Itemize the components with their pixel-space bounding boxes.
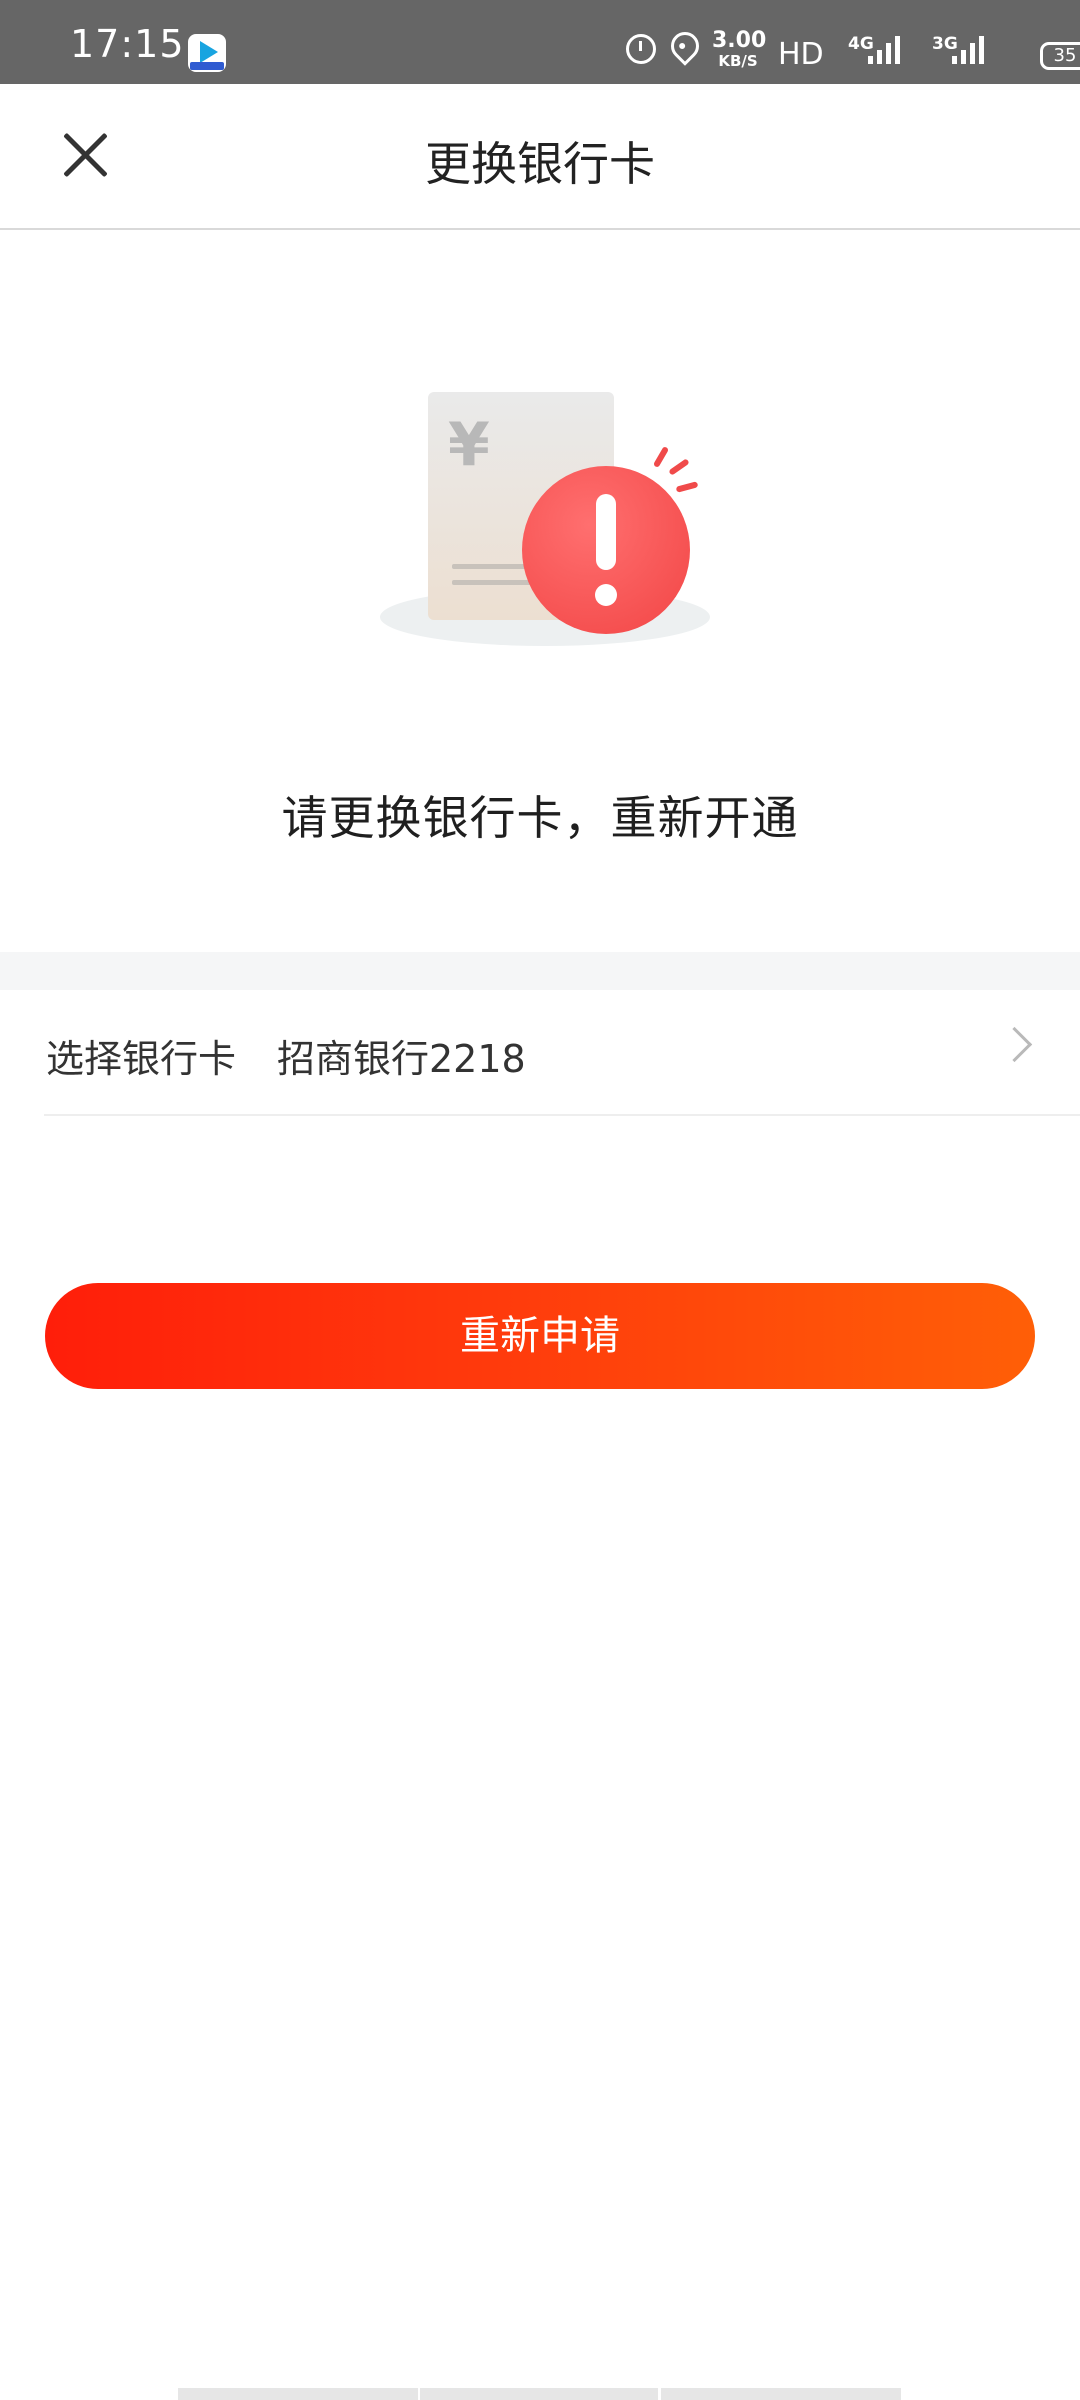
battery-icon: 35: [1040, 42, 1080, 70]
hd-indicator: HD: [778, 37, 824, 72]
status-bar: 17:15 3.00 KB/S HD 4G 3G 35: [0, 0, 1080, 84]
nav-handle: [178, 2388, 418, 2400]
exclamation-alert-icon: [522, 466, 690, 634]
chevron-right-icon: [996, 1026, 1033, 1063]
network-speed-unit: KB/S: [718, 52, 758, 70]
signal-icon: [952, 34, 986, 64]
bank-card-selector[interactable]: 选择银行卡 招商银行2218: [44, 990, 1080, 1116]
reapply-button[interactable]: 重新申请: [45, 1283, 1035, 1389]
page-title: 更换银行卡: [425, 137, 655, 191]
video-app-icon: [188, 34, 226, 72]
receipt-line: [452, 580, 532, 585]
nav-handle: [661, 2388, 901, 2400]
instruction-message: 请更换银行卡，重新开通: [281, 791, 799, 845]
alert-spark-icon: [668, 458, 690, 476]
signal-icon: [868, 34, 902, 64]
status-time: 17:15: [70, 22, 185, 66]
location-icon: [665, 26, 705, 66]
bank-card-label: 选择银行卡: [46, 1037, 237, 1081]
app-header: 更换银行卡: [0, 84, 1080, 230]
change-card-illustration: ¥: [370, 380, 720, 650]
alert-spark-icon: [675, 481, 699, 493]
alert-spark-icon: [652, 445, 670, 469]
yen-symbol: ¥: [448, 410, 490, 480]
nav-handle: [420, 2388, 658, 2400]
section-divider: [0, 952, 1080, 990]
network-speed-value: 3.00: [712, 28, 767, 53]
alarm-icon: [626, 34, 656, 64]
selected-bank-card: 招商银行2218: [277, 1037, 526, 1081]
network-speed: 3.00 KB/S: [712, 28, 767, 70]
